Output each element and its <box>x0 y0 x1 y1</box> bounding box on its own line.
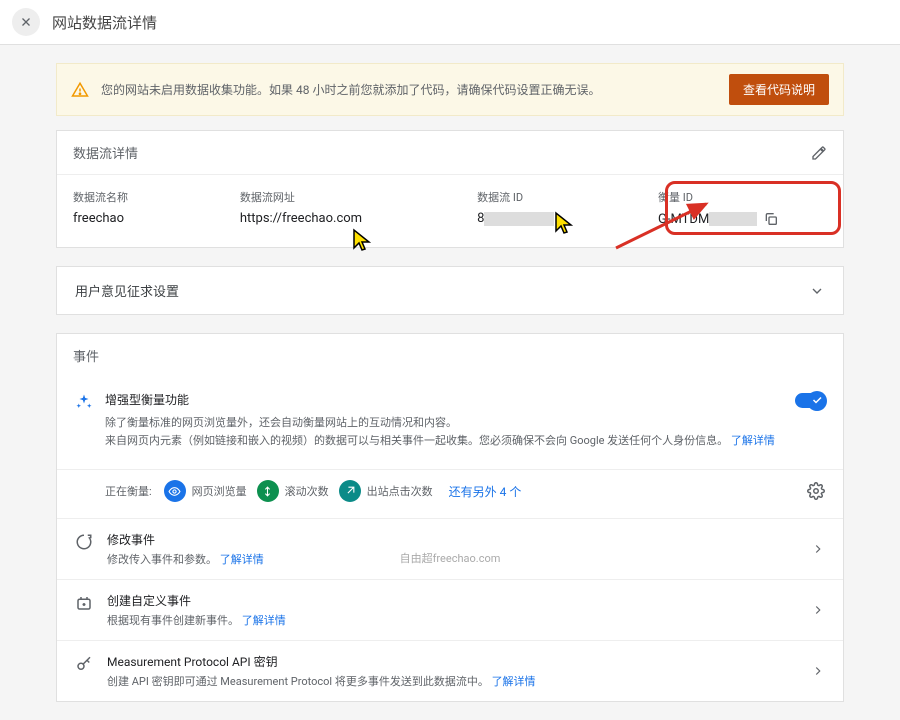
page-title: 网站数据流详情 <box>52 12 157 33</box>
feedback-settings-row[interactable]: 用户意见征求设置 <box>57 267 843 314</box>
more-measurements-link[interactable]: 还有另外 4 个 <box>449 483 522 500</box>
eye-icon <box>164 480 186 502</box>
measurement-protocol-row[interactable]: Measurement Protocol API 密钥 创建 API 密钥即可通… <box>57 640 843 701</box>
stream-details-header: 数据流详情 <box>57 131 843 175</box>
gear-icon <box>807 482 825 500</box>
content-container: 您的网站未启用数据收集功能。如果 48 小时之前您就添加了代码，请确保代码设置正… <box>0 45 900 702</box>
chevron-right-icon <box>811 603 825 617</box>
stream-url-value: https://freechao.com <box>240 211 465 226</box>
create-custom-events-row[interactable]: 创建自定义事件 根据现有事件创建新事件。 了解详情 <box>57 579 843 640</box>
close-button[interactable] <box>12 8 40 36</box>
feedback-settings-card: 用户意见征求设置 <box>56 266 844 315</box>
redacted-block: XXXXXX <box>484 212 554 226</box>
stream-id-field: 数据流 ID 8XXXXXX <box>477 189 646 227</box>
stream-url-field: 数据流网址 https://freechao.com <box>240 189 465 227</box>
measurement-protocol-learn-more[interactable]: 了解详情 <box>492 675 536 688</box>
copy-measurement-id-button[interactable] <box>763 211 779 227</box>
warning-alert: 您的网站未启用数据收集功能。如果 48 小时之前您就添加了代码，请确保代码设置正… <box>56 63 844 116</box>
expand-button[interactable] <box>809 283 825 299</box>
outbound-click-icon <box>339 480 361 502</box>
enhanced-measurement-toggle[interactable] <box>795 393 825 408</box>
create-custom-events-desc: 根据现有事件创建新事件。 了解详情 <box>107 612 797 628</box>
pencil-icon <box>811 145 827 161</box>
measurement-protocol-desc: 创建 API 密钥即可通过 Measurement Protocol 将更多事件… <box>107 673 797 689</box>
scroll-icon <box>257 480 279 502</box>
modify-events-row[interactable]: 修改事件 修改传入事件和参数。 了解详情 <box>57 518 843 579</box>
events-card-title: 事件 <box>73 346 99 365</box>
create-custom-events-learn-more[interactable]: 了解详情 <box>242 614 286 627</box>
pill-page-views: 网页浏览量 <box>164 480 247 502</box>
key-icon <box>75 655 93 673</box>
stream-id-label: 数据流 ID <box>477 189 646 205</box>
chevron-right-icon <box>811 542 825 556</box>
watermark-text: 自由超freechao.com <box>400 550 501 566</box>
events-card-header: 事件 <box>57 334 843 377</box>
events-card: 事件 增强型衡量功能 除了衡量标准的网页浏览量外，还会自动衡量网站上的互动情况和… <box>56 333 844 702</box>
enhanced-measurement-desc: 除了衡量标准的网页浏览量外，还会自动衡量网站上的互动情况和内容。 来自网页内元素… <box>105 414 783 449</box>
stream-name-field: 数据流名称 freechao <box>73 189 228 227</box>
stream-name-label: 数据流名称 <box>73 189 228 205</box>
create-custom-events-title: 创建自定义事件 <box>107 592 797 609</box>
modify-events-title: 修改事件 <box>107 531 797 548</box>
pill-outbound-click: 出站点击次数 <box>339 480 433 502</box>
create-event-icon <box>75 594 93 612</box>
measuring-label: 正在衡量: <box>105 483 152 499</box>
alert-text: 您的网站未启用数据收集功能。如果 48 小时之前您就添加了代码，请确保代码设置正… <box>101 81 717 98</box>
measurement-id-value: G-MTDMXXXX <box>658 212 757 227</box>
close-icon <box>19 15 33 29</box>
topbar: 网站数据流详情 <box>0 0 900 45</box>
copy-icon <box>763 211 779 227</box>
check-icon <box>811 394 823 406</box>
warning-icon <box>71 81 89 99</box>
stream-url-label: 数据流网址 <box>240 189 465 205</box>
feedback-settings-title: 用户意见征求设置 <box>75 281 179 300</box>
edit-button[interactable] <box>811 145 827 161</box>
measurement-id-field: 衡量 ID G-MTDMXXXX <box>658 189 827 227</box>
measurement-id-label: 衡量 ID <box>658 189 827 205</box>
chevron-down-icon <box>809 283 825 299</box>
enhanced-measurement-row: 增强型衡量功能 除了衡量标准的网页浏览量外，还会自动衡量网站上的互动情况和内容。… <box>57 377 843 459</box>
chevron-right-icon <box>811 664 825 678</box>
enhanced-measurement-title: 增强型衡量功能 <box>105 391 783 408</box>
measuring-row: 正在衡量: 网页浏览量 滚动次数 出站点击次数 还有另外 4 个 <box>57 469 843 518</box>
stream-details-grid: 数据流名称 freechao 数据流网址 https://freechao.co… <box>57 175 843 247</box>
view-code-instructions-button[interactable]: 查看代码说明 <box>729 74 829 105</box>
stream-details-card: 数据流详情 数据流名称 freechao 数据流网址 https://freec… <box>56 130 844 248</box>
pill-scroll: 滚动次数 <box>257 480 329 502</box>
measurement-protocol-title: Measurement Protocol API 密钥 <box>107 653 797 670</box>
redacted-block: XXXX <box>709 212 757 226</box>
modify-events-learn-more[interactable]: 了解详情 <box>220 553 264 566</box>
stream-details-title: 数据流详情 <box>73 143 138 162</box>
stream-name-value: freechao <box>73 211 228 226</box>
modify-events-icon <box>75 533 93 551</box>
measurement-settings-button[interactable] <box>807 482 825 500</box>
sparkle-icon <box>75 393 93 411</box>
enhanced-learn-more-link[interactable]: 了解详情 <box>731 434 775 447</box>
stream-id-value: 8XXXXXX <box>477 211 646 226</box>
